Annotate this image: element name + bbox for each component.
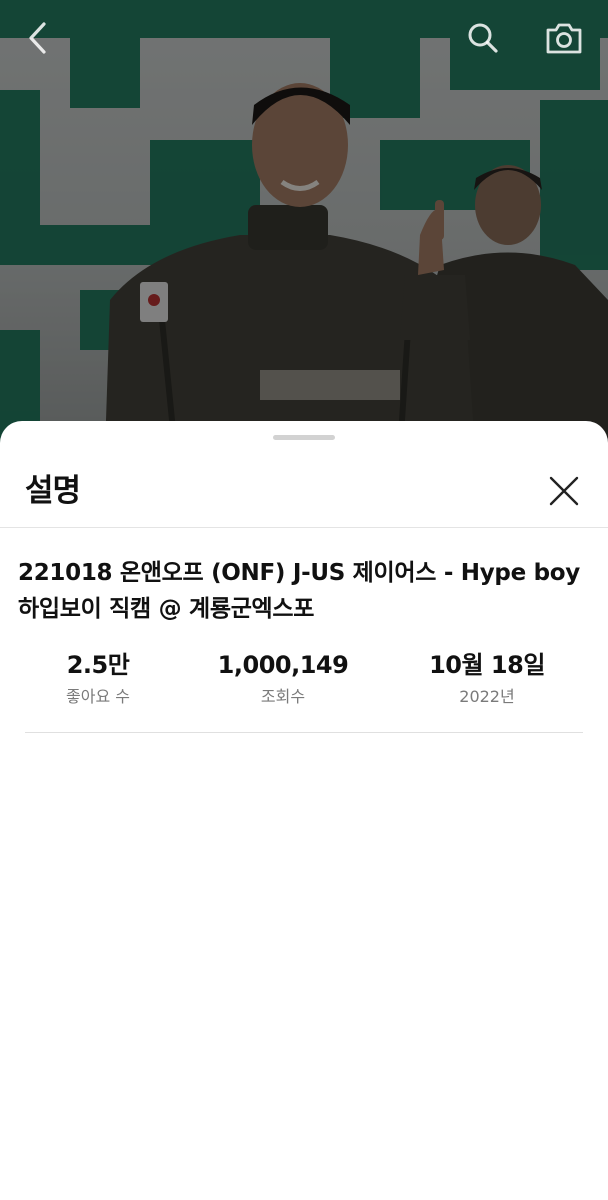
likes-stat: 2.5만 좋아요 수 [0,649,198,707]
sheet-title: 설명 [25,473,81,509]
close-icon [549,476,579,506]
views-label: 조회수 [260,687,306,706]
chevron-left-icon [29,22,46,54]
back-button[interactable] [18,18,58,58]
stats-divider [25,732,583,733]
upload-date: 10월 18일 [429,651,545,679]
views-stat: 1,000,149 조회수 [183,649,383,707]
video-title: 221018 온앤오프 (ONF) J-US 제이어스 - Hype boy 하… [18,560,580,622]
camera-icon [546,23,582,54]
drag-handle[interactable] [273,435,335,440]
video-stats: 2.5만 좋아요 수 1,000,149 조회수 10월 18일 2022년 [0,649,608,713]
description-sheet: 설명 221018 온앤오프 (ONF) J-US 제이어스 - Hype bo… [0,421,608,1200]
video-player[interactable] [0,0,608,450]
video-dim-overlay [0,0,608,450]
camera-button[interactable] [544,18,584,58]
search-button[interactable] [463,18,503,58]
likes-count: 2.5만 [66,651,130,679]
close-button[interactable] [542,469,586,513]
date-stat: 10월 18일 2022년 [387,649,587,707]
views-count: 1,000,149 [217,651,349,679]
header-divider [0,527,608,528]
search-icon [468,23,498,53]
upload-year: 2022년 [459,687,515,706]
likes-label: 좋아요 수 [66,687,130,706]
